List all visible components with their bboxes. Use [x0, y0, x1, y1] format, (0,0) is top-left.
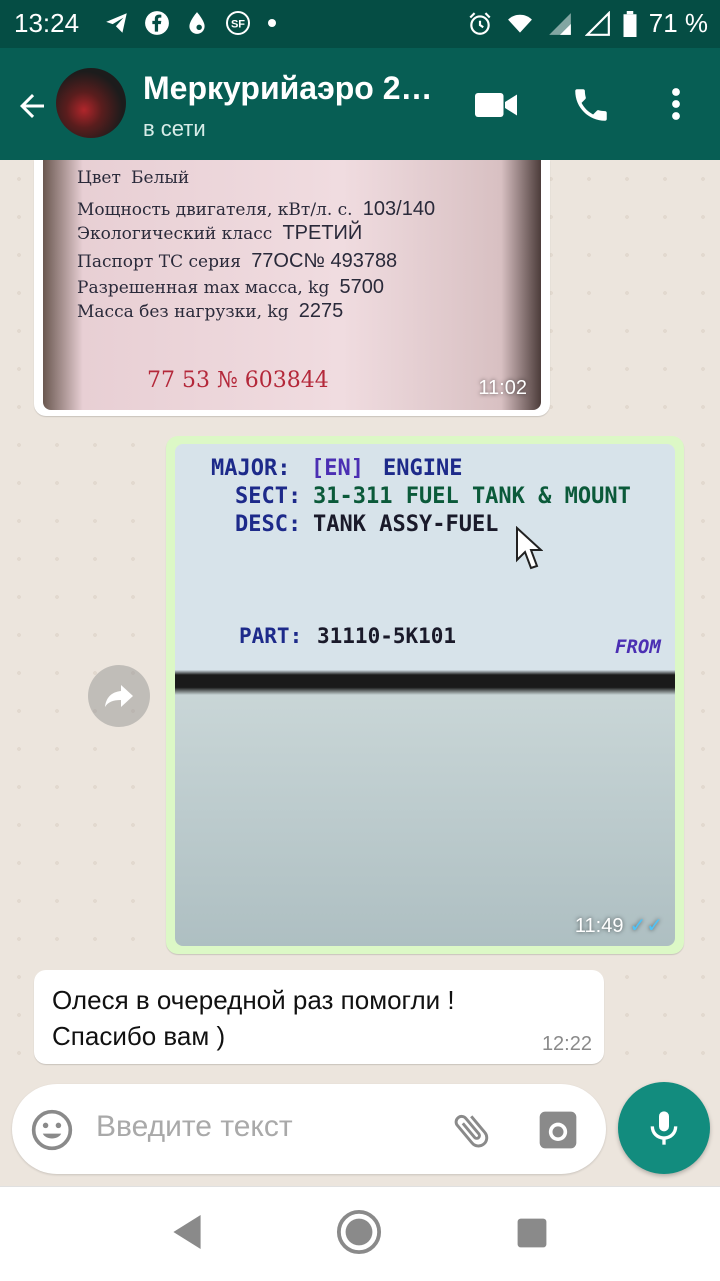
doc-label: Масса без нагрузки, kg	[77, 302, 289, 322]
message-time: 12:22	[541, 1033, 592, 1055]
emoji-icon[interactable]	[30, 1108, 74, 1152]
nav-home-icon[interactable]	[336, 1209, 382, 1255]
contact-avatar[interactable]	[56, 68, 126, 138]
screen-sect-value: 31-311 FUEL TANK & MOUNT	[313, 484, 631, 509]
chat-area[interactable]: Цвет Белый Мощность двигателя, кВт/л. с.…	[0, 160, 720, 1080]
screen-major-value: ENGINE	[383, 456, 463, 481]
message-time: 11:02	[478, 377, 527, 399]
screen-photo[interactable]: MAJOR: [EN] ENGINE SECT: 31-311 FUEL TAN…	[175, 444, 675, 946]
doc-label: Экологический класс	[77, 224, 273, 244]
message-text: Олеся в очередной раз помогли ! Спасибо …	[52, 982, 455, 1054]
doc-value: 103/140	[362, 198, 436, 220]
screen-from-label: FROM	[615, 636, 661, 658]
screen-desc-label: DESC:	[235, 512, 302, 537]
doc-value: 2275	[298, 300, 344, 322]
message-line: Спасибо вам )	[52, 1021, 226, 1051]
mouse-cursor-icon	[516, 526, 543, 570]
sf-icon: SF	[226, 11, 250, 35]
voice-message-button[interactable]	[618, 1082, 710, 1174]
battery-icon	[623, 10, 637, 37]
doc-value: 77ОС№ 493788	[251, 250, 398, 272]
incoming-text-message[interactable]: Олеся в очередной раз помогли ! Спасибо …	[34, 970, 604, 1064]
doc-serial-number: 77 53 № 603844	[147, 368, 329, 393]
forward-icon	[105, 685, 133, 707]
battery-percent: 71 %	[648, 8, 708, 38]
doc-label: Цвет	[77, 168, 121, 188]
nav-recents-icon[interactable]	[516, 1217, 548, 1249]
microphone-icon	[650, 1111, 678, 1145]
voice-call-icon[interactable]	[570, 84, 612, 126]
screen-part-label: PART:	[239, 624, 303, 648]
status-time: 13:24	[14, 8, 80, 38]
screen-sect-label: SECT:	[235, 484, 302, 509]
forward-button[interactable]	[88, 665, 150, 727]
screen-major-label: MAJOR:	[211, 456, 291, 481]
doc-label: Разрешенная max масса, kg	[77, 278, 330, 298]
dot-icon	[268, 19, 276, 27]
doc-label: Мощность двигателя, кВт/л. с.	[77, 200, 353, 220]
system-nav-bar	[0, 1186, 720, 1281]
camera-icon[interactable]	[536, 1108, 580, 1152]
water-drop-icon	[189, 12, 205, 34]
contact-name[interactable]: Меркурийаэро 2…	[143, 70, 433, 107]
message-meta: 11:49 ✓✓	[575, 913, 663, 938]
read-ticks-icon: ✓✓	[629, 915, 663, 937]
chat-header: Меркурийаэро 2… в сети	[0, 48, 720, 160]
screen-major-code: [EN]	[311, 456, 364, 481]
more-options-icon[interactable]	[666, 86, 686, 122]
status-bar: 13:24 SF 71 %	[0, 0, 720, 48]
doc-value: Белый	[131, 168, 190, 188]
message-time: 11:49	[574, 915, 624, 937]
document-photo[interactable]: Цвет Белый Мощность двигателя, кВт/л. с.…	[43, 160, 541, 410]
message-input-bar[interactable]: Введите текст	[12, 1084, 606, 1174]
doc-label: Паспорт ТС серия	[77, 252, 242, 272]
signal-empty-icon	[584, 10, 610, 36]
outgoing-image-message[interactable]: MAJOR: [EN] ENGINE SECT: 31-311 FUEL TAN…	[166, 436, 684, 954]
message-input[interactable]: Введите текст	[96, 1110, 293, 1144]
contact-status: в сети	[143, 116, 206, 141]
incoming-image-message[interactable]: Цвет Белый Мощность двигателя, кВт/л. с.…	[34, 160, 550, 416]
video-call-icon[interactable]	[474, 90, 518, 120]
screen-part-value: 31110-5K101	[317, 624, 457, 648]
screen-desc-value: TANK ASSY-FUEL	[313, 512, 499, 537]
facebook-icon	[145, 11, 169, 35]
doc-value: 5700	[339, 276, 385, 298]
message-line: Олеся в очередной раз помогли !	[52, 985, 455, 1015]
nav-back-icon[interactable]	[170, 1213, 204, 1251]
back-arrow-icon[interactable]	[14, 88, 50, 124]
doc-value: ТРЕТИЙ	[282, 222, 363, 244]
alarm-icon	[469, 11, 491, 35]
attach-icon[interactable]	[450, 1108, 494, 1152]
svg-text:SF: SF	[231, 19, 245, 31]
telegram-icon	[106, 13, 127, 33]
signal-icon	[548, 12, 571, 35]
wifi-icon	[507, 14, 532, 33]
